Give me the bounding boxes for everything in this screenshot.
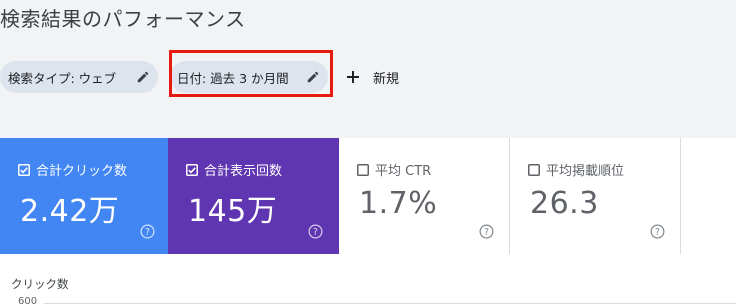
plus-icon [347,71,359,83]
help-icon[interactable]: ? [140,224,155,239]
metric-card-average-position[interactable]: 平均掲載順位 26.3 ? [510,138,681,254]
svg-text:?: ? [484,227,489,238]
metric-header: 平均 CTR [357,160,431,179]
search-type-filter-label: 検索タイプ: ウェブ [8,70,117,86]
metric-value: 1.7% [359,186,438,221]
new-filter-label: 新規 [373,71,400,87]
metric-label: 合計表示回数 [204,164,283,179]
metric-header: 平均掲載順位 [528,160,624,179]
metric-header: 合計表示回数 [186,160,282,179]
metric-label: 平均掲載順位 [546,164,625,179]
chart-axis-title: クリック数 [11,277,69,291]
page-title: 検索結果のパフォーマンス [0,7,246,31]
checkbox-unchecked-icon[interactable] [528,163,540,176]
date-filter-highlight-box [169,50,333,97]
help-icon[interactable]: ? [308,224,323,239]
metric-label: 合計クリック数 [36,164,128,179]
svg-text:?: ? [313,227,318,238]
svg-text:?: ? [145,227,150,238]
checkbox-checked-icon[interactable] [18,163,30,176]
metric-card-total-impressions[interactable]: 合計表示回数 145万 ? [168,138,339,254]
metric-header: 合計クリック数 [18,160,127,179]
new-filter-button[interactable]: 新規 [346,66,399,88]
metric-value: 145万 [188,194,278,229]
search-type-filter-chip[interactable]: 検索タイプ: ウェブ [0,61,158,93]
metric-card-total-clicks[interactable]: 合計クリック数 2.42万 ? [0,138,168,254]
checkbox-checked-icon[interactable] [186,163,198,176]
checkbox-unchecked-icon[interactable] [357,163,369,176]
chart-y-tick: 600 [18,296,38,307]
pencil-icon[interactable] [136,70,150,84]
svg-text:?: ? [655,227,660,238]
metric-card-average-ctr[interactable]: 平均 CTR 1.7% ? [339,138,510,254]
metric-value: 2.42万 [20,194,120,229]
help-icon[interactable]: ? [650,224,665,239]
metric-value: 26.3 [530,186,599,221]
help-icon[interactable]: ? [479,224,494,239]
metric-label: 平均 CTR [375,164,432,179]
chart-gridline [44,303,736,304]
performance-chart-area [0,254,736,308]
